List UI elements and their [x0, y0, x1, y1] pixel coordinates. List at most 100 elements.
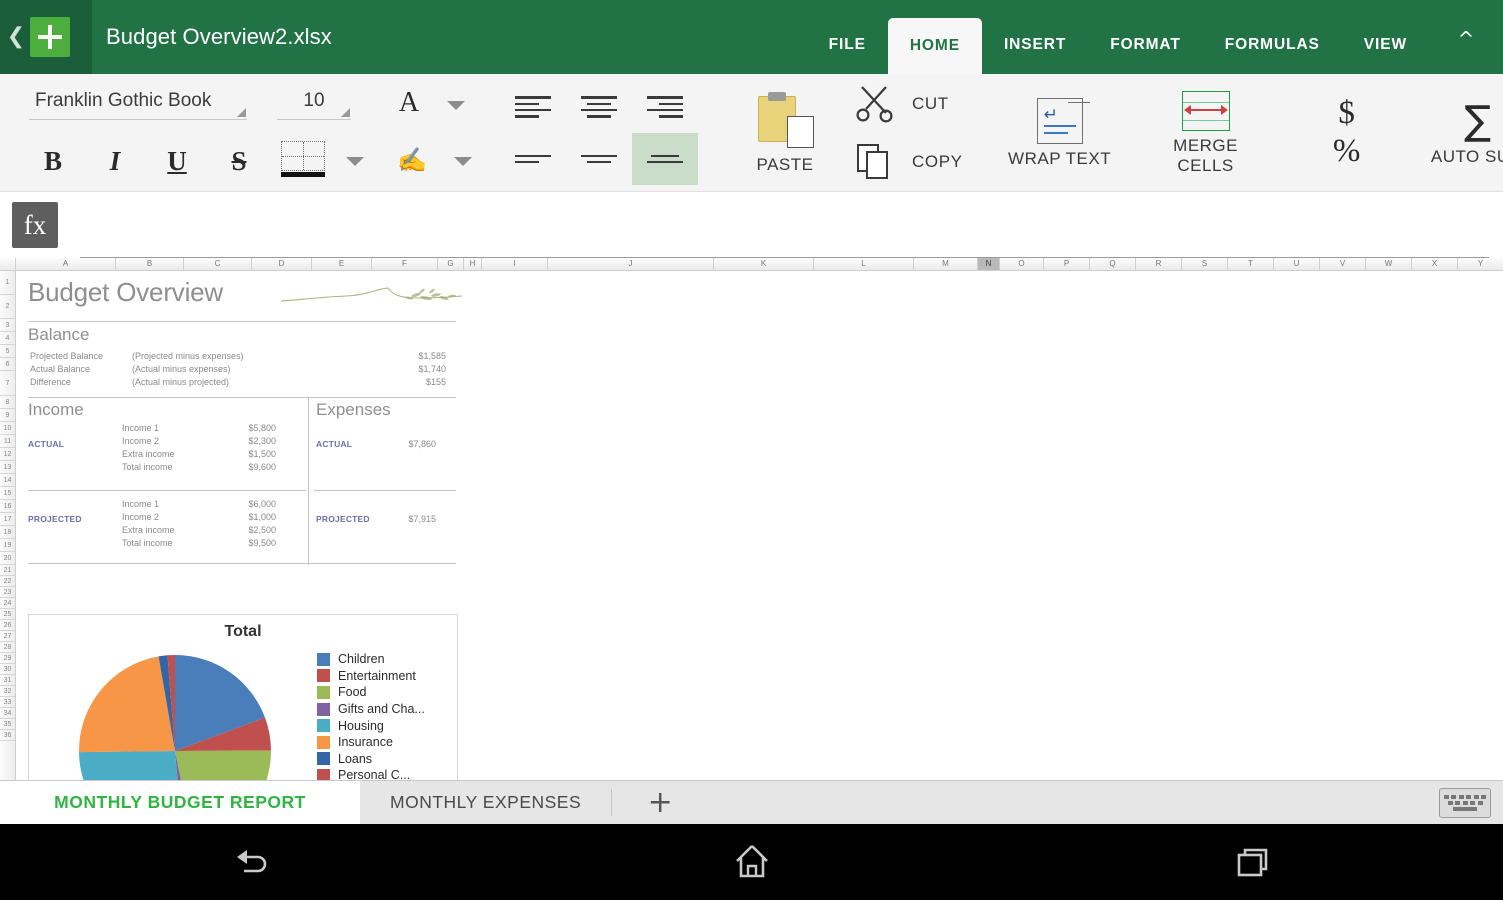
tab-view[interactable]: VIEW	[1342, 16, 1429, 74]
highlight-color-button[interactable]: ✍	[386, 149, 438, 173]
column-header-g[interactable]: G	[438, 258, 464, 270]
column-header-a[interactable]: A	[16, 258, 116, 270]
back-arrow-icon[interactable]	[211, 839, 291, 885]
tab-format[interactable]: FORMAT	[1088, 16, 1203, 74]
sheet-canvas[interactable]: Budget Overview	[16, 271, 1503, 780]
strikethrough-button[interactable]: S	[208, 146, 270, 177]
paste-button[interactable]: PASTE	[730, 92, 840, 175]
formula-input[interactable]	[80, 212, 1489, 258]
sheet-tab-monthly-expenses[interactable]: MONTHLY EXPENSES	[360, 781, 611, 824]
tab-file[interactable]: FILE	[807, 16, 888, 74]
underline-button[interactable]: U	[146, 146, 208, 177]
column-header-t[interactable]: T	[1228, 258, 1274, 270]
column-header-v[interactable]: V	[1320, 258, 1366, 270]
column-header-s[interactable]: S	[1182, 258, 1228, 270]
row-header-8[interactable]: 8	[0, 396, 15, 409]
row-header-29[interactable]: 29	[0, 653, 15, 664]
align-middle-button[interactable]	[566, 133, 632, 185]
column-header-o[interactable]: O	[1000, 258, 1044, 270]
row-header-34[interactable]: 34	[0, 708, 15, 719]
row-header-22[interactable]: 22	[0, 576, 15, 587]
row-header-5[interactable]: 5	[0, 345, 15, 358]
row-header-17[interactable]: 17	[0, 513, 15, 526]
column-header-e[interactable]: E	[312, 258, 372, 270]
column-header-x[interactable]: X	[1412, 258, 1458, 270]
row-header-35[interactable]: 35	[0, 719, 15, 730]
chevron-left-icon[interactable]: ❮	[6, 26, 26, 48]
currency-format-button[interactable]: $	[1301, 95, 1393, 131]
row-header-10[interactable]: 10	[0, 422, 15, 435]
percent-format-button[interactable]: %	[1301, 131, 1393, 171]
row-header-1[interactable]: 1	[0, 271, 15, 295]
add-sheet-button[interactable]: +	[612, 781, 708, 824]
row-header-21[interactable]: 21	[0, 565, 15, 576]
column-header-y[interactable]: Y	[1458, 258, 1503, 270]
new-document-button[interactable]	[30, 17, 70, 57]
align-top-button[interactable]	[500, 133, 566, 185]
column-header-j[interactable]: J	[548, 258, 714, 270]
row-header-15[interactable]: 15	[0, 487, 15, 500]
column-header-i[interactable]: I	[482, 258, 548, 270]
align-left-button[interactable]	[500, 81, 566, 133]
row-header-23[interactable]: 23	[0, 587, 15, 598]
row-header-7[interactable]: 7	[0, 371, 15, 396]
row-header-3[interactable]: 3	[0, 319, 15, 332]
auto-sum-button[interactable]: ∑ AUTO SUM	[1403, 100, 1503, 167]
align-bottom-button[interactable]	[632, 133, 698, 185]
sheet-tab-monthly-budget-report[interactable]: MONTHLY BUDGET REPORT	[0, 781, 360, 824]
row-header-26[interactable]: 26	[0, 620, 15, 631]
italic-button[interactable]: I	[84, 146, 146, 177]
row-header-11[interactable]: 11	[0, 435, 15, 448]
insert-function-button[interactable]: fx	[12, 202, 58, 248]
row-header-30[interactable]: 30	[0, 664, 15, 675]
row-header-14[interactable]: 14	[0, 474, 15, 487]
keyboard-icon[interactable]	[1439, 788, 1491, 818]
chevron-up-icon[interactable]: ^	[1429, 16, 1503, 74]
cut-button[interactable]: CUT	[854, 83, 963, 125]
column-header-p[interactable]: P	[1044, 258, 1090, 270]
row-header-28[interactable]: 28	[0, 642, 15, 653]
column-header-f[interactable]: F	[372, 258, 438, 270]
align-right-button[interactable]	[632, 81, 698, 133]
row-header-4[interactable]: 4	[0, 332, 15, 345]
row-header-31[interactable]: 31	[0, 675, 15, 686]
column-header-u[interactable]: U	[1274, 258, 1320, 270]
font-color-chevron-down-icon[interactable]	[447, 101, 465, 110]
row-header-20[interactable]: 20	[0, 552, 15, 565]
row-header-27[interactable]: 27	[0, 631, 15, 642]
font-color-button[interactable]: A	[387, 90, 431, 120]
align-center-button[interactable]	[566, 81, 632, 133]
column-header-h[interactable]: H	[464, 258, 482, 270]
row-header-9[interactable]: 9	[0, 409, 15, 422]
home-icon[interactable]	[712, 839, 792, 885]
merge-cells-button[interactable]: MERGE CELLS	[1143, 91, 1269, 176]
bold-button[interactable]: B	[22, 146, 84, 177]
column-header-q[interactable]: Q	[1090, 258, 1136, 270]
row-header-36[interactable]: 36	[0, 730, 15, 741]
row-header-2[interactable]: 2	[0, 295, 15, 319]
borders-button[interactable]	[276, 141, 330, 181]
recents-icon[interactable]	[1213, 839, 1293, 885]
font-size-dropdown[interactable]: 10	[277, 90, 351, 120]
column-header-n[interactable]: N	[978, 258, 1000, 270]
row-header-18[interactable]: 18	[0, 526, 15, 539]
column-header-b[interactable]: B	[116, 258, 184, 270]
column-header-d[interactable]: D	[252, 258, 312, 270]
row-header-6[interactable]: 6	[0, 358, 15, 371]
column-header-w[interactable]: W	[1366, 258, 1412, 270]
borders-chevron-down-icon[interactable]	[346, 157, 364, 166]
tab-insert[interactable]: INSERT	[982, 16, 1088, 74]
select-all-corner[interactable]	[0, 258, 16, 270]
row-header-24[interactable]: 24	[0, 598, 15, 609]
expense-pie-chart[interactable]: Total ChildrenEntertainmentFoodGifts and…	[28, 614, 458, 780]
row-header-32[interactable]: 32	[0, 686, 15, 697]
font-name-dropdown[interactable]: Franklin Gothic Book	[29, 90, 247, 120]
column-header-k[interactable]: K	[714, 258, 814, 270]
column-header-l[interactable]: L	[814, 258, 914, 270]
row-header-12[interactable]: 12	[0, 448, 15, 461]
row-header-16[interactable]: 16	[0, 500, 15, 513]
column-header-c[interactable]: C	[184, 258, 252, 270]
row-header-19[interactable]: 19	[0, 539, 15, 552]
wrap-text-button[interactable]: ↵ WRAP TEXT	[997, 98, 1123, 169]
row-header-25[interactable]: 25	[0, 609, 15, 620]
